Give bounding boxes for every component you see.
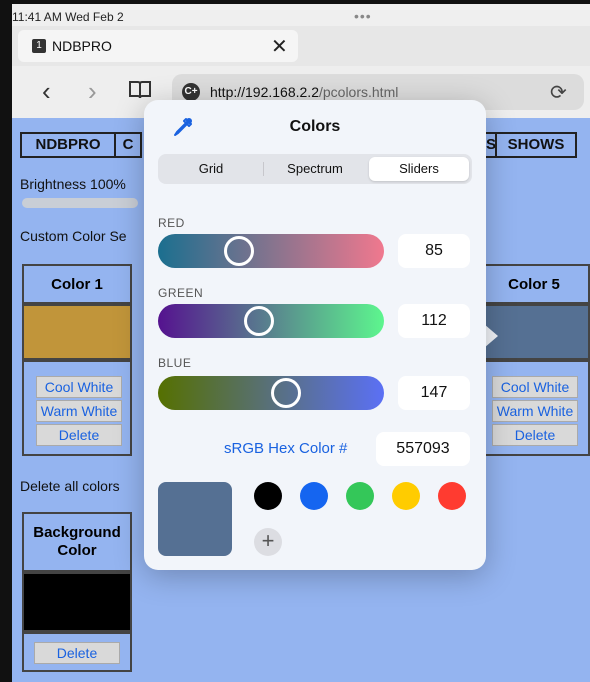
back-button[interactable]: ‹ xyxy=(42,76,51,107)
color-mode-segmented-control: Grid Spectrum Sliders xyxy=(158,154,472,184)
multitask-dots[interactable]: ••• xyxy=(354,8,372,24)
palette-red[interactable] xyxy=(438,482,466,510)
blue-value-field[interactable]: 147 xyxy=(398,376,470,410)
book-icon[interactable] xyxy=(128,80,152,105)
palette-yellow[interactable] xyxy=(392,482,420,510)
hex-color-label: sRGB Hex Color # xyxy=(224,440,348,457)
color5-header-cell: Color 5 xyxy=(478,264,590,304)
blue-slider-knob[interactable] xyxy=(271,378,301,408)
menu-shows[interactable]: SHOWS xyxy=(495,132,577,158)
tab-bar: 1 NDBPRO ✕ xyxy=(12,26,590,66)
colors-popover: Colors Grid Spectrum Sliders RED 85 GREE… xyxy=(144,100,486,570)
brightness-slider[interactable] xyxy=(22,198,138,208)
menu-c[interactable]: C xyxy=(114,132,142,158)
color1-title: Color 1 xyxy=(51,276,103,293)
color5-title: Color 5 xyxy=(508,276,560,293)
current-color-swatch xyxy=(158,482,232,556)
green-label: GREEN xyxy=(158,286,204,300)
background-delete-button[interactable]: Delete xyxy=(34,642,120,664)
green-slider-knob[interactable] xyxy=(244,306,274,336)
background-color-swatch[interactable] xyxy=(22,572,132,632)
ipad-screen: 11:41 AM Wed Feb 2 ••• 1 NDBPRO ✕ ‹ › C+… xyxy=(12,4,590,682)
color5-warm-white-button[interactable]: Warm White xyxy=(492,400,578,422)
color5-actions: Cool White Warm White Delete xyxy=(478,360,590,456)
palette-black[interactable] xyxy=(254,482,282,510)
url-text[interactable]: http://192.168.2.2/pcolors.html xyxy=(210,84,398,100)
popover-title: Colors xyxy=(289,118,341,135)
palette-blue[interactable] xyxy=(300,482,328,510)
red-value-field[interactable]: 85 xyxy=(398,234,470,268)
status-bar: 11:41 AM Wed Feb 2 ••• xyxy=(12,4,590,26)
color1-warm-white-button[interactable]: Warm White xyxy=(36,400,122,422)
delete-all-colors-label[interactable]: Delete all colors xyxy=(20,478,120,494)
tab-favicon: 1 xyxy=(32,39,46,53)
reload-icon[interactable]: ⟳ xyxy=(550,80,567,105)
tab-sliders[interactable]: Sliders xyxy=(369,157,469,181)
color1-header-cell: Color 1 xyxy=(22,264,132,304)
url-path: /pcolors.html xyxy=(318,84,399,100)
site-icon: C+ xyxy=(182,83,200,101)
color1-actions: Cool White Warm White Delete xyxy=(22,360,132,456)
tab-spectrum[interactable]: Spectrum xyxy=(265,157,365,181)
add-color-button[interactable]: + xyxy=(254,528,282,556)
status-time: 11:41 AM Wed Feb 2 xyxy=(12,10,124,24)
url-host: http://192.168.2.2 xyxy=(210,84,319,100)
blue-label: BLUE xyxy=(158,356,192,370)
forward-button[interactable]: › xyxy=(88,76,97,107)
tab-title: NDBPRO xyxy=(52,38,112,54)
color1-cool-white-button[interactable]: Cool White xyxy=(36,376,122,398)
palette-green[interactable] xyxy=(346,482,374,510)
red-slider[interactable] xyxy=(158,234,384,268)
tab-ndbpro[interactable]: 1 NDBPRO ✕ xyxy=(18,30,298,62)
popover-arrow xyxy=(484,324,498,348)
color5-delete-button[interactable]: Delete xyxy=(492,424,578,446)
color1-delete-button[interactable]: Delete xyxy=(36,424,122,446)
background-actions: Delete xyxy=(22,632,132,672)
tab-grid[interactable]: Grid xyxy=(161,157,261,181)
segment-divider xyxy=(263,162,264,176)
green-slider[interactable] xyxy=(158,304,384,338)
green-value-field[interactable]: 112 xyxy=(398,304,470,338)
color1-swatch[interactable] xyxy=(22,304,132,360)
blue-slider[interactable] xyxy=(158,376,384,410)
custom-colors-label: Custom Color Se xyxy=(20,228,127,244)
red-slider-knob[interactable] xyxy=(224,236,254,266)
color5-cool-white-button[interactable]: Cool White xyxy=(492,376,578,398)
red-label: RED xyxy=(158,216,185,230)
brightness-label: Brightness 100% xyxy=(20,176,126,192)
menu-ndbpro[interactable]: NDBPRO xyxy=(20,132,116,158)
hex-color-field[interactable]: 557093 xyxy=(376,432,470,466)
close-tab-icon[interactable]: ✕ xyxy=(271,34,288,59)
background-color-title: Background Color xyxy=(22,512,132,572)
